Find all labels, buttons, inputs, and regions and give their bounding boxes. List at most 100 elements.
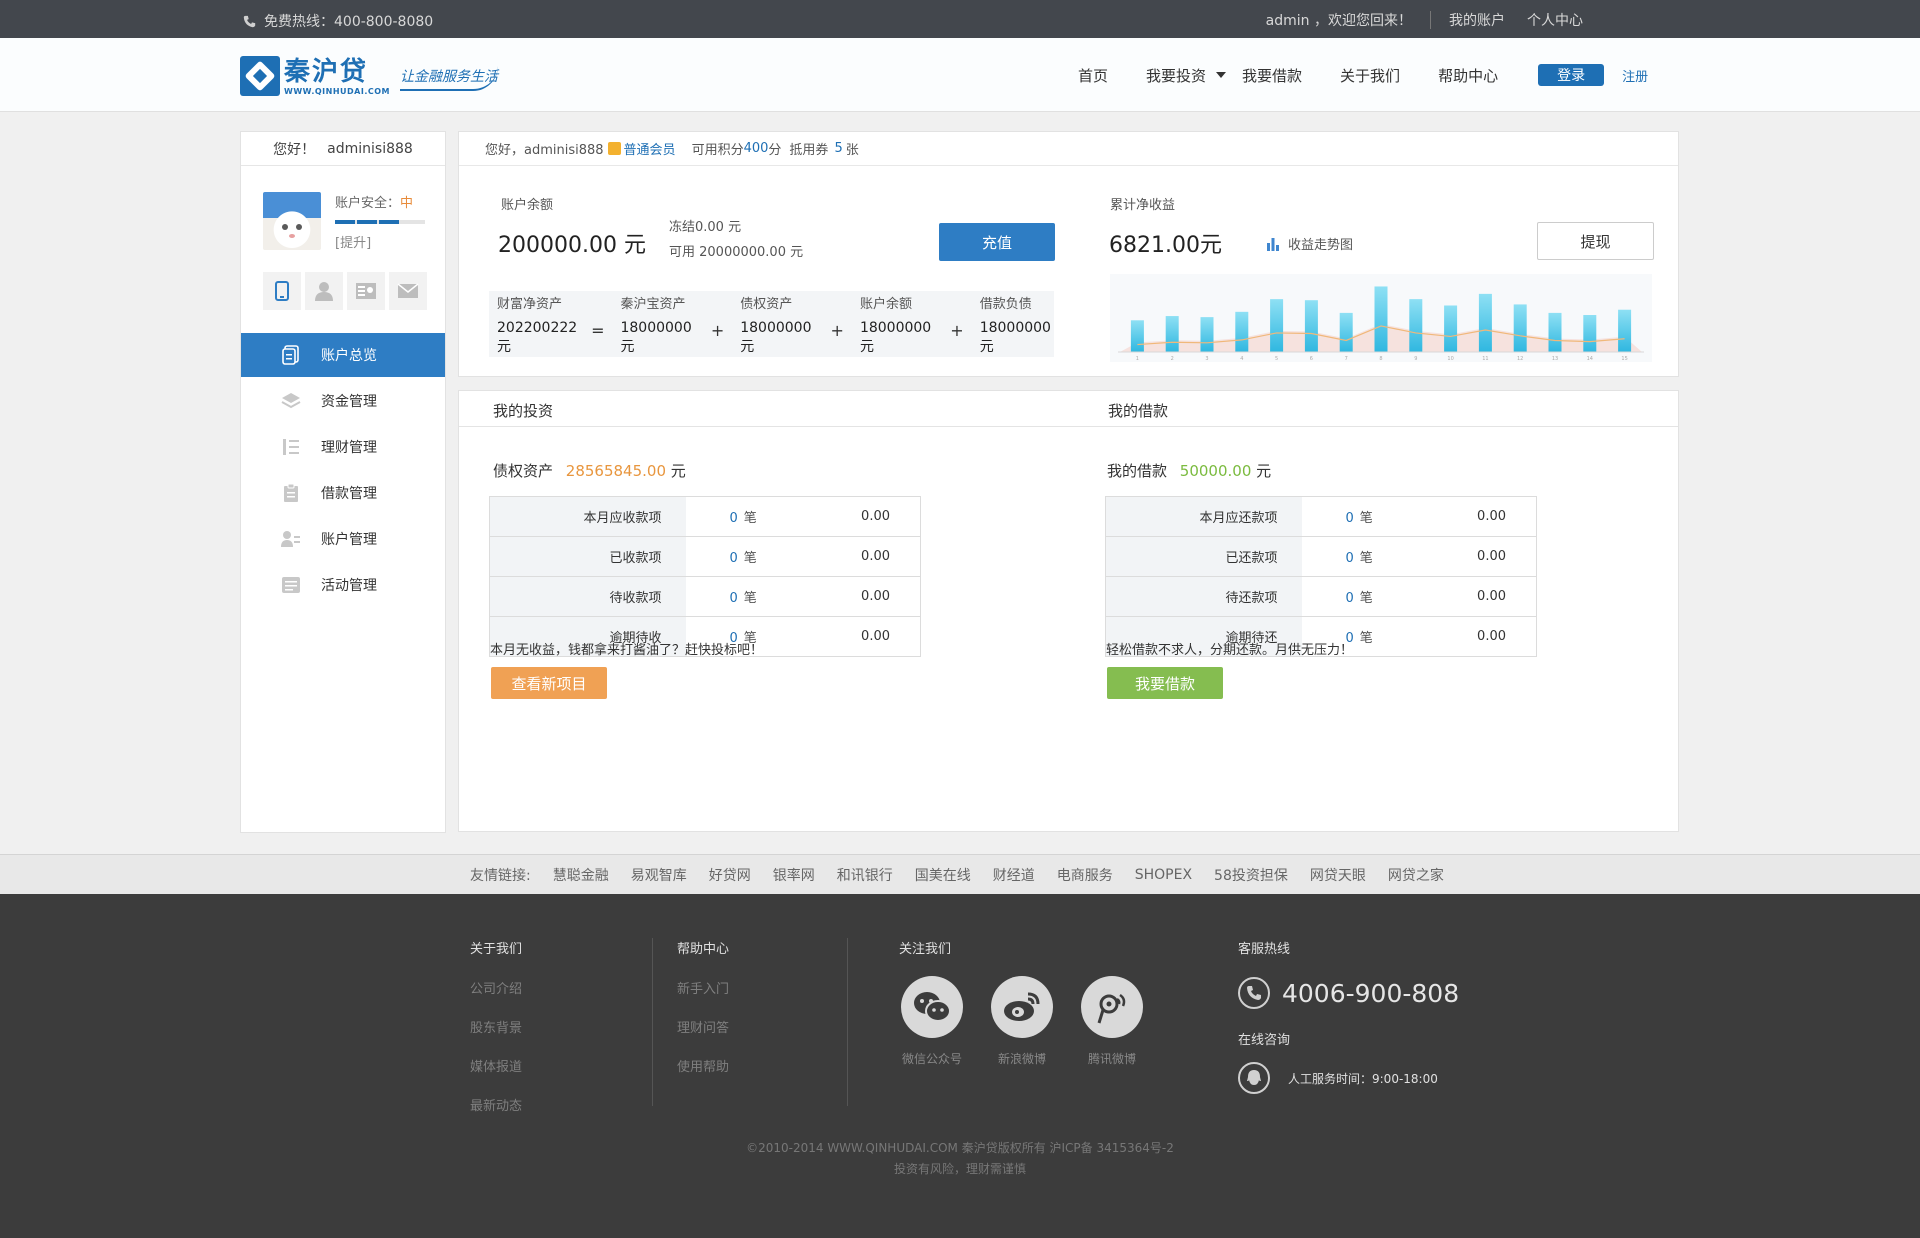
friend-link[interactable]: 电商服务	[1057, 865, 1113, 885]
chart-bar[interactable]	[1478, 293, 1492, 352]
footer-link[interactable]: 理财问答	[677, 1017, 729, 1036]
friend-link[interactable]: 58投资担保	[1214, 865, 1288, 885]
logo-url: WWW.QINHUDAI.COM	[284, 86, 391, 96]
tab-my-investment[interactable]: 我的投资	[493, 400, 553, 421]
friend-link[interactable]: 好贷网	[709, 865, 751, 885]
chart-bar[interactable]	[1339, 312, 1353, 352]
social-label: 微信公众号	[901, 1052, 962, 1066]
row-count[interactable]: 0	[730, 591, 738, 606]
social-weibo[interactable]: 新浪微博	[990, 976, 1054, 1067]
chart-bar[interactable]	[1583, 315, 1597, 352]
friend-link[interactable]: 网贷天眼	[1310, 865, 1366, 885]
plus-sign: +	[950, 320, 964, 340]
user-icon[interactable]	[305, 272, 343, 310]
sidebar-item-overview[interactable]: 账户总览	[241, 333, 445, 377]
member-level: 普通会员	[623, 143, 676, 158]
row-count[interactable]: 0	[1346, 511, 1354, 526]
chart-bar[interactable]	[1130, 320, 1144, 352]
login-button[interactable]: 登录	[1538, 64, 1605, 86]
withdraw-button[interactable]: 提现	[1537, 222, 1654, 260]
footer-link[interactable]: 使用帮助	[677, 1056, 729, 1075]
asset-value: 18000000元	[979, 319, 1051, 355]
sidebar-item-loans[interactable]: 借款管理	[241, 471, 445, 515]
online-consult[interactable]: 人工服务时间：9:00-18:00	[1238, 1062, 1459, 1094]
document-icon	[281, 345, 301, 365]
avatar[interactable]	[263, 192, 321, 250]
friend-link[interactable]: SHOPEX	[1135, 867, 1192, 883]
income-trend-link[interactable]: 收益走势图	[1266, 234, 1353, 253]
bar-chart-icon	[1267, 237, 1279, 251]
friend-link[interactable]: 财经道	[993, 865, 1035, 885]
logo[interactable]: 秦沪贷 WWW.QINHUDAI.COM 让金融服务生活	[240, 54, 540, 98]
tab-my-loans[interactable]: 我的借款	[1108, 400, 1168, 421]
sidebar-item-funds[interactable]: 资金管理	[241, 379, 445, 423]
chart-bar[interactable]	[1618, 309, 1632, 352]
security-level: 中	[400, 196, 414, 211]
friend-link[interactable]: 国美在线	[915, 865, 971, 885]
upgrade-link[interactable]: [提升]	[335, 232, 425, 251]
friend-link[interactable]: 银率网	[773, 865, 815, 885]
friend-link[interactable]: 易观智库	[631, 865, 687, 885]
footer-link[interactable]: 最新动态	[470, 1095, 522, 1114]
borrow-button[interactable]: 我要借款	[1107, 667, 1223, 699]
friend-link[interactable]: 慧聪金融	[553, 865, 609, 885]
chart-bar[interactable]	[1165, 316, 1179, 352]
row-count[interactable]: 0	[1346, 591, 1354, 606]
row-count[interactable]: 0	[730, 551, 738, 566]
row-count[interactable]: 0	[730, 511, 738, 526]
footer-link[interactable]: 新手入门	[677, 978, 729, 997]
mail-icon[interactable]	[389, 272, 427, 310]
list-tree-icon	[281, 437, 301, 457]
row-count[interactable]: 0	[1346, 551, 1354, 566]
chart-bar[interactable]	[1270, 299, 1284, 352]
sidebar-item-account[interactable]: 账户管理	[241, 517, 445, 561]
friend-link[interactable]: 网贷之家	[1388, 865, 1444, 885]
personal-center-link[interactable]: 个人中心	[1527, 10, 1583, 30]
investment-summary-unit: 元	[670, 462, 686, 480]
service-phone-number: 4006-900-808	[1282, 978, 1460, 1008]
footer-link[interactable]: 公司介绍	[470, 978, 522, 997]
nav-home[interactable]: 首页	[1078, 65, 1108, 86]
register-link[interactable]: 注册	[1622, 66, 1648, 85]
chart-bar[interactable]	[1235, 311, 1249, 352]
recharge-button[interactable]: 充值	[939, 223, 1055, 261]
row-count-cell: 0笔	[1301, 576, 1422, 617]
row-label: 已收款项	[489, 536, 686, 577]
chart-bar[interactable]	[1200, 317, 1214, 352]
asset-value: 18000000元	[740, 319, 812, 355]
chart-bar[interactable]	[1374, 286, 1388, 352]
chart-bar[interactable]	[1548, 312, 1562, 352]
chart-bar[interactable]	[1513, 304, 1527, 352]
social-tencent-weibo[interactable]: 腾讯微博	[1080, 976, 1144, 1067]
member-icon	[607, 142, 621, 155]
footer-link[interactable]: 股东背景	[470, 1017, 522, 1036]
nav-borrow[interactable]: 我要借款	[1242, 65, 1302, 86]
nav-help[interactable]: 帮助中心	[1438, 65, 1498, 86]
loan-summary-unit: 元	[1256, 462, 1272, 480]
chart-bar[interactable]	[1409, 299, 1423, 352]
mobile-icon[interactable]	[263, 272, 301, 310]
social-wechat[interactable]: 微信公众号	[900, 976, 964, 1067]
id-card-icon[interactable]	[347, 272, 385, 310]
table-row: 本月应收款项 0 笔 0.00	[489, 496, 921, 537]
member-badge[interactable]: 普通会员	[607, 139, 676, 158]
logo-name: 秦沪贷	[284, 56, 369, 87]
asset-label: 债权资产	[740, 296, 793, 312]
friend-link[interactable]: 和讯银行	[837, 865, 893, 885]
nav-about[interactable]: 关于我们	[1340, 65, 1400, 86]
chart-bar[interactable]	[1444, 305, 1458, 352]
main-nav: 首页 我要投资 我要借款 关于我们 帮助中心 登录 注册	[1078, 64, 1648, 86]
my-account-link[interactable]: 我的账户	[1449, 10, 1505, 30]
loan-summary: 我的借款 50000.00 元	[1107, 460, 1271, 481]
sidebar-item-activities[interactable]: 活动管理	[241, 563, 445, 607]
footer-link[interactable]: 媒体报道	[470, 1056, 522, 1075]
user-card-icon	[281, 529, 301, 549]
chart-bar[interactable]	[1304, 300, 1318, 352]
nav-invest[interactable]: 我要投资	[1146, 65, 1227, 86]
view-new-projects-button[interactable]: 查看新项目	[491, 667, 607, 699]
asset-label: 账户余额	[859, 296, 912, 312]
account-overview-panel: 您好，adminisi888 普通会员 可用积分 400 分 抵用券 5 张 账…	[458, 131, 1679, 377]
chart-tick-label: 12	[1517, 356, 1523, 362]
net-income-value: 6821.00元	[1109, 233, 1222, 258]
sidebar-item-wealth[interactable]: 理财管理	[241, 425, 445, 469]
